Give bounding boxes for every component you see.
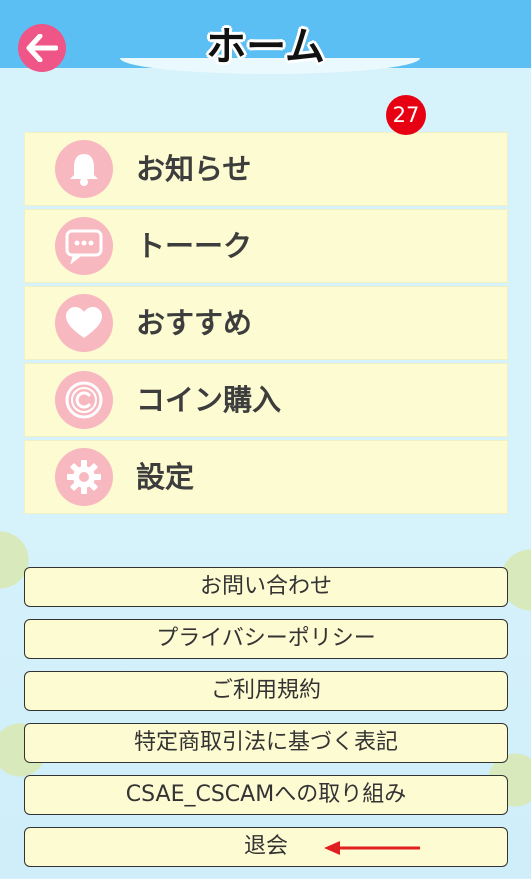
csae-cscam-button[interactable]: CSAE_CSCAMへの取り組み bbox=[24, 775, 508, 815]
unread-badge: 27 bbox=[386, 95, 426, 135]
commercial-law-button[interactable]: 特定商取引法に基づく表記 bbox=[24, 723, 508, 763]
menu-item-label: 設定 bbox=[136, 460, 195, 494]
menu-item-notifications[interactable]: お知らせ bbox=[24, 132, 508, 206]
menu-item-label: トーーク bbox=[136, 229, 253, 263]
page-title: ホーム bbox=[206, 24, 325, 70]
coin-icon bbox=[55, 371, 113, 429]
main-menu: お知らせ トーーク おすすめ コイン購入 設定 bbox=[24, 132, 508, 517]
chat-bubble-icon bbox=[55, 217, 113, 275]
terms-button[interactable]: ご利用規約 bbox=[24, 671, 508, 711]
menu-item-label: おすすめ bbox=[136, 306, 253, 340]
gear-icon bbox=[55, 448, 113, 506]
footer-links: お問い合わせ プライバシーポリシー ご利用規約 特定商取引法に基づく表記 CSA… bbox=[24, 567, 508, 879]
withdraw-button[interactable]: 退会 bbox=[24, 827, 508, 867]
red-arrow-left-icon bbox=[324, 841, 420, 855]
menu-item-label: コイン購入 bbox=[136, 383, 282, 417]
menu-item-label: お知らせ bbox=[136, 152, 252, 186]
menu-item-talk[interactable]: トーーク bbox=[24, 209, 508, 283]
menu-item-buy-coins[interactable]: コイン購入 bbox=[24, 363, 508, 437]
heart-icon bbox=[55, 294, 113, 352]
bell-icon bbox=[55, 140, 113, 198]
menu-item-recommended[interactable]: おすすめ bbox=[24, 286, 508, 360]
contact-button[interactable]: お問い合わせ bbox=[24, 567, 508, 607]
menu-item-settings[interactable]: 設定 bbox=[24, 440, 508, 514]
privacy-policy-button[interactable]: プライバシーポリシー bbox=[24, 619, 508, 659]
